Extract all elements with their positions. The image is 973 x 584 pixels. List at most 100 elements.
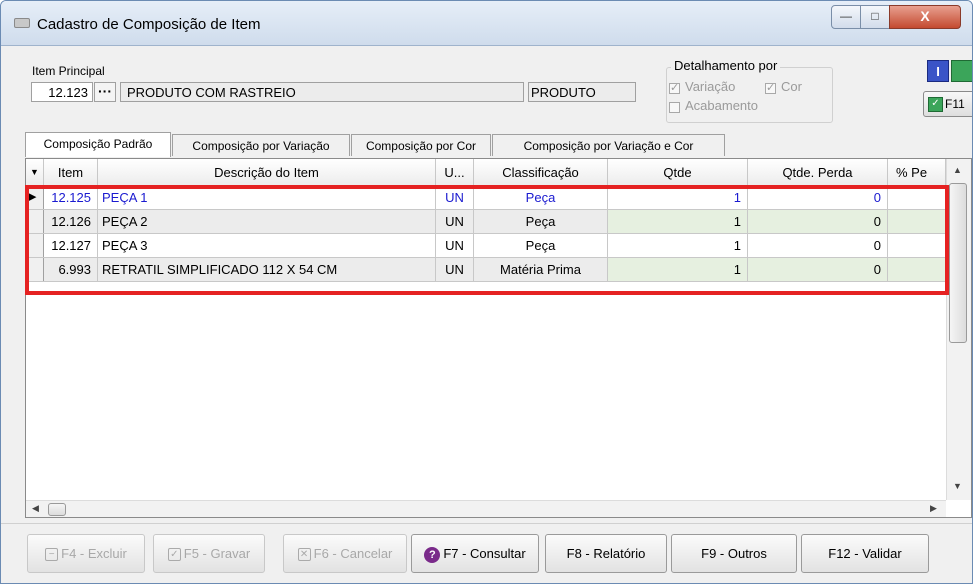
grid-header: ▼ Item Descrição do Item U... Classifica… xyxy=(26,159,946,187)
detalhamento-group xyxy=(666,67,833,123)
col-unidade[interactable]: U... xyxy=(436,159,474,186)
vertical-scrollbar[interactable]: ▲ ▼ xyxy=(946,159,971,500)
cell-qtde[interactable]: 1 xyxy=(608,210,748,233)
scroll-left-icon[interactable]: ◀ xyxy=(32,503,39,514)
cell-qtde[interactable]: 1 xyxy=(608,234,748,257)
table-row[interactable]: 12.127 PEÇA 3 UN Peça 1 0 xyxy=(26,234,946,258)
button-bar: − F4 - Excluir ✓ F5 - Gravar ✕ F6 - Cancela… xyxy=(1,523,972,583)
variacao-label: Variação xyxy=(685,79,736,94)
cell-unidade[interactable]: UN xyxy=(436,186,474,209)
minus-icon: − xyxy=(45,548,59,562)
acabamento-checkbox[interactable] xyxy=(669,102,680,113)
cell-qtde[interactable]: 1 xyxy=(608,186,748,209)
col-perc-perda[interactable]: % Pe xyxy=(888,159,946,186)
tab-composicao-cor[interactable]: Composição por Cor xyxy=(351,134,491,156)
cell-unidade[interactable]: UN xyxy=(436,210,474,233)
scroll-right-icon[interactable]: ▶ xyxy=(930,503,937,514)
item-principal-label: Item Principal xyxy=(32,64,105,78)
composition-grid[interactable]: ▼ Item Descrição do Item U... Classifica… xyxy=(25,158,972,518)
scroll-down-icon[interactable]: ▼ xyxy=(953,481,962,491)
cell-qtde-perda[interactable]: 0 xyxy=(748,210,888,233)
cancelar-label: F6 - Cancelar xyxy=(313,546,393,561)
relatorio-button[interactable]: F8 - Relatório xyxy=(545,534,667,573)
row-selector[interactable] xyxy=(26,210,44,233)
cell-item[interactable]: 12.125 xyxy=(44,186,98,209)
cell-unidade[interactable]: UN xyxy=(436,234,474,257)
col-item[interactable]: Item xyxy=(44,159,98,186)
horizontal-scrollbar[interactable]: ◀ ▶ xyxy=(26,500,946,517)
consultar-button[interactable]: ? F7 - Consultar xyxy=(411,534,539,573)
cell-item[interactable]: 6.993 xyxy=(44,258,98,281)
gravar-label: F5 - Gravar xyxy=(183,546,251,561)
cell-perc-perda[interactable] xyxy=(888,210,946,233)
item-type-field: PRODUTO xyxy=(528,82,636,102)
row-selector[interactable] xyxy=(26,234,44,257)
check-icon: ✓ xyxy=(167,548,181,562)
cell-item[interactable]: 12.126 xyxy=(44,210,98,233)
col-classificacao[interactable]: Classificação xyxy=(474,159,608,186)
item-lookup-button[interactable]: ··· xyxy=(94,82,116,102)
help-icon: ? xyxy=(424,546,441,563)
cell-classificacao[interactable]: Matéria Prima xyxy=(474,258,608,281)
cor-checkbox[interactable]: ✓ xyxy=(765,83,776,94)
row-selector-header[interactable]: ▼ xyxy=(26,159,44,186)
horizontal-scroll-thumb[interactable] xyxy=(48,503,66,516)
cancelar-button[interactable]: ✕ F6 - Cancelar xyxy=(283,534,407,573)
cell-classificacao[interactable]: Peça xyxy=(474,186,608,209)
app-icon xyxy=(14,18,30,28)
title-bar: Cadastro de Composição de Item — □ X xyxy=(1,1,972,46)
composition-window: Cadastro de Composição de Item — □ X Ite… xyxy=(0,0,973,584)
cell-classificacao[interactable]: Peça xyxy=(474,234,608,257)
acabamento-label: Acabamento xyxy=(685,98,758,113)
cell-descricao[interactable]: PEÇA 2 xyxy=(98,210,436,233)
vertical-scroll-thumb[interactable] xyxy=(949,183,967,343)
tab-composicao-variacao[interactable]: Composição por Variação xyxy=(172,134,350,156)
cell-qtde-perda[interactable]: 0 xyxy=(748,186,888,209)
row-selector[interactable] xyxy=(26,258,44,281)
scroll-up-icon[interactable]: ▲ xyxy=(953,165,962,175)
cell-descricao[interactable]: RETRATIL SIMPLIFICADO 112 X 54 CM xyxy=(98,258,436,281)
check-icon: ✓ xyxy=(928,97,943,113)
cancel-icon: ✕ xyxy=(297,548,311,562)
excluir-button[interactable]: − F4 - Excluir xyxy=(27,534,145,573)
item-code-field[interactable]: 12.123 xyxy=(31,82,93,102)
table-row[interactable]: 6.993 RETRATIL SIMPLIFICADO 112 X 54 CM … xyxy=(26,258,946,282)
outros-button[interactable]: F9 - Outros xyxy=(671,534,797,573)
cell-qtde-perda[interactable]: 0 xyxy=(748,234,888,257)
excel-icon[interactable] xyxy=(951,60,972,82)
item-description-field: PRODUTO COM RASTREIO xyxy=(120,82,524,102)
maximize-button[interactable]: □ xyxy=(860,5,890,29)
col-qtde-perda[interactable]: Qtde. Perda xyxy=(748,159,888,186)
cell-descricao[interactable]: PEÇA 3 xyxy=(98,234,436,257)
excluir-label: F4 - Excluir xyxy=(61,546,127,561)
current-row-arrow-icon: ▶ xyxy=(26,186,44,209)
validar-button[interactable]: F12 - Validar xyxy=(801,534,929,573)
table-row[interactable]: ▶ 12.125 PEÇA 1 UN Peça 1 0 xyxy=(26,186,946,210)
window-title: Cadastro de Composição de Item xyxy=(37,16,261,33)
f11-label: F11 xyxy=(945,97,965,111)
gravar-button[interactable]: ✓ F5 - Gravar xyxy=(153,534,265,573)
tab-composicao-padrao[interactable]: Composição Padrão xyxy=(25,132,171,157)
validar-label: F12 - Validar xyxy=(828,546,902,561)
cell-classificacao[interactable]: Peça xyxy=(474,210,608,233)
cell-perc-perda[interactable] xyxy=(888,186,946,209)
cell-unidade[interactable]: UN xyxy=(436,258,474,281)
variacao-checkbox[interactable]: ✓ xyxy=(669,83,680,94)
table-row[interactable]: 12.126 PEÇA 2 UN Peça 1 0 xyxy=(26,210,946,234)
tab-composicao-variacao-cor[interactable]: Composição por Variação e Cor xyxy=(492,134,725,156)
cell-qtde[interactable]: 1 xyxy=(608,258,748,281)
col-descricao[interactable]: Descrição do Item xyxy=(98,159,436,186)
info-icon[interactable]: I xyxy=(927,60,949,82)
close-button[interactable]: X xyxy=(889,5,961,29)
cell-perc-perda[interactable] xyxy=(888,234,946,257)
cor-label: Cor xyxy=(781,79,802,94)
minimize-button[interactable]: — xyxy=(831,5,861,29)
cell-perc-perda[interactable] xyxy=(888,258,946,281)
cell-item[interactable]: 12.127 xyxy=(44,234,98,257)
cell-qtde-perda[interactable]: 0 xyxy=(748,258,888,281)
cell-descricao[interactable]: PEÇA 1 xyxy=(98,186,436,209)
detalhamento-legend: Detalhamento por xyxy=(671,58,781,73)
col-qtde[interactable]: Qtde xyxy=(608,159,748,186)
consultar-label: F7 - Consultar xyxy=(443,546,526,561)
f11-button[interactable]: ✓ F11 xyxy=(923,91,972,117)
